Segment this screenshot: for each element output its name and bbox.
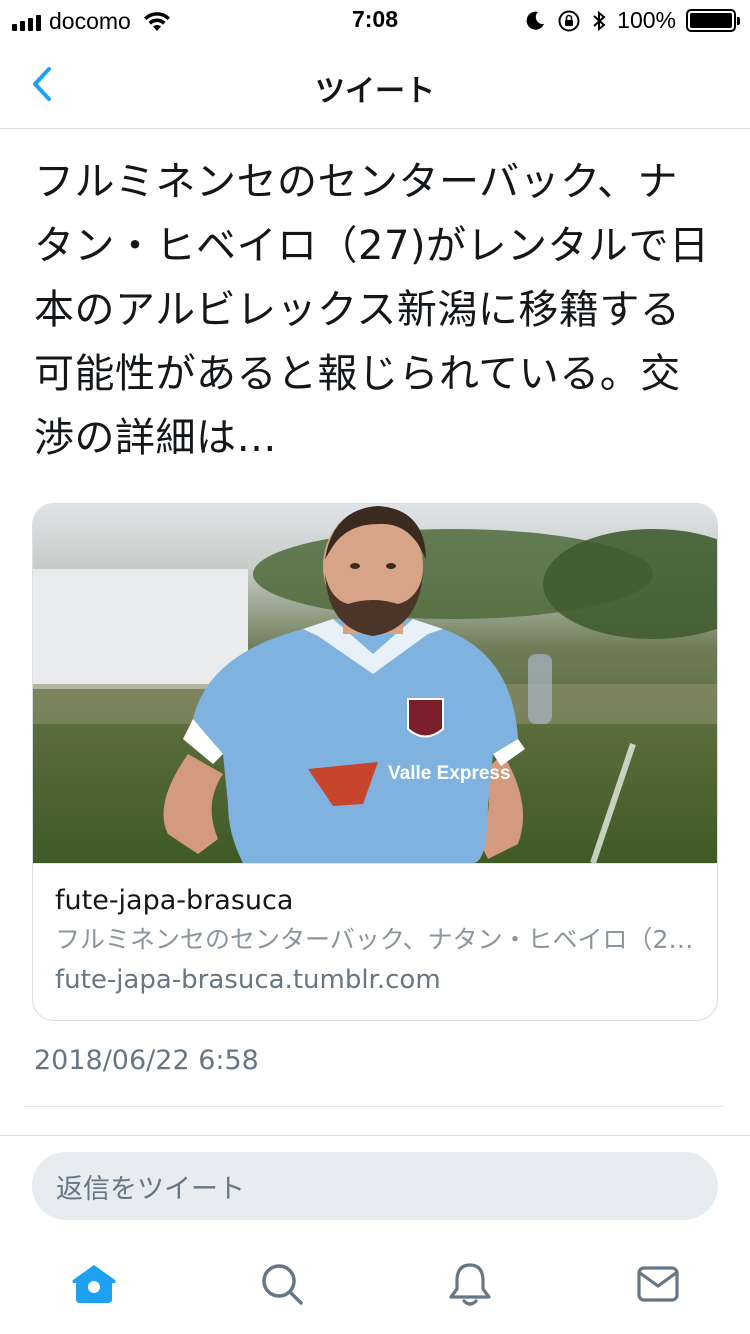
tab-messages[interactable]: [634, 1260, 682, 1308]
status-bar: docomo 7:08 100%: [0, 0, 750, 40]
card-site-name: fute-japa-brasuca: [55, 885, 294, 916]
player-photo: Valle Express: [33, 506, 717, 863]
card-body[interactable]: fute-japa-brasuca フルミネンセのセンターバック、ナタン・ヒベイ…: [33, 863, 717, 1020]
jersey-sponsor-text: Valle Express: [388, 763, 511, 784]
home-icon: [72, 1265, 116, 1303]
tweet-timestamp: 2018/06/22 6:58: [34, 1045, 259, 1076]
moon-icon: [526, 11, 545, 30]
link-card[interactable]: Valle Express fute-japa-brasuca フルミネンセのセ…: [32, 503, 718, 1021]
search-icon: [262, 1264, 303, 1305]
bell-icon: [449, 1263, 491, 1306]
tweet-text: フルミネンセのセンターバック、ナタン・ヒベイロ（27)がレンタルで日本のアルビレ…: [34, 159, 710, 461]
nav-bar: ツイート: [0, 40, 750, 129]
card-description: フルミネンセのセンターバック、ナタン・ヒベイロ（27)がレンタルで日本のアルビレ…: [55, 925, 697, 954]
rotation-lock-icon: [558, 10, 580, 31]
tab-search[interactable]: [258, 1260, 306, 1308]
divider: [0, 1135, 750, 1136]
mail-icon: [637, 1266, 679, 1302]
tab-notifications[interactable]: [446, 1260, 494, 1308]
card-domain: fute-japa-brasuca.tumblr.com: [55, 965, 441, 995]
page-title: ツイート: [315, 74, 435, 109]
battery-icon: [686, 9, 740, 32]
status-right: 100%: [523, 7, 740, 34]
card-image[interactable]: Valle Express: [33, 504, 717, 863]
tab-home[interactable]: [70, 1260, 118, 1308]
divider: [24, 1106, 724, 1107]
bluetooth-icon: [593, 10, 606, 31]
battery-percent: 100%: [617, 7, 676, 33]
tab-bar: [0, 1234, 750, 1334]
reply-input[interactable]: 返信をツイート: [32, 1152, 718, 1220]
